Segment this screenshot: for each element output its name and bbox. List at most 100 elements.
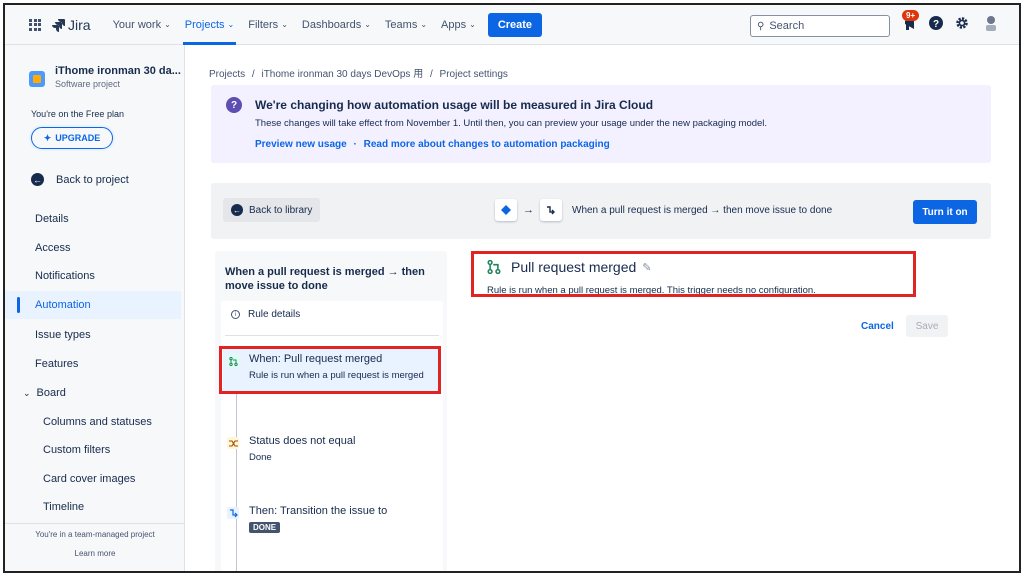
nav-dashboards[interactable]: Dashboards ⌄: [302, 5, 371, 45]
nav-label: Filters: [248, 18, 279, 31]
sidebar-item-board[interactable]: ⌄ Board: [5, 379, 181, 407]
nav-your-work[interactable]: Your work ⌄: [113, 5, 171, 45]
nav-label: Teams: [384, 18, 418, 31]
save-button[interactable]: Save: [906, 315, 948, 337]
action-chip: [540, 199, 562, 221]
back-label: Back to project: [56, 173, 129, 186]
project-avatar-icon: [29, 71, 45, 87]
sidebar-item-label: Automation: [35, 299, 91, 311]
jira-logo[interactable]: Jira: [51, 17, 91, 33]
chevron-down-icon: ⌄: [281, 20, 288, 29]
rule-panel: When a pull request is merged → then mov…: [215, 251, 447, 571]
project-name: iThome ironman 30 da...: [55, 65, 181, 77]
help-icon: ?: [929, 16, 943, 30]
chevron-down-icon: ⌄: [364, 20, 371, 29]
project-header[interactable]: iThome ironman 30 da... Software project: [29, 65, 181, 89]
logo-text: Jira: [68, 16, 91, 33]
top-navigation: Jira Your work ⌄ Projects ⌄ Filters ⌄ Dashb…: [5, 5, 1019, 45]
read-more-link[interactable]: Read more about changes to automation pa…: [364, 139, 610, 150]
rule-summary: → When a pull request is merged → then m…: [495, 199, 832, 221]
chevron-down-icon: ⌄: [23, 387, 31, 398]
sidebar-item-label: Issue types: [35, 329, 91, 341]
chevron-down-icon: ⌄: [469, 20, 476, 29]
svg-text:?: ?: [933, 19, 939, 30]
sidebar-item-columns-statuses[interactable]: Columns and statuses: [5, 408, 181, 436]
sidebar-item-label: Timeline: [43, 501, 85, 513]
project-type: Software project: [55, 79, 121, 89]
nav-apps[interactable]: Apps ⌄: [441, 5, 476, 45]
sidebar-item-custom-filters[interactable]: Custom filters: [5, 436, 181, 464]
highlight-box-trigger: [471, 251, 916, 297]
condition-icon: [227, 437, 239, 449]
cancel-button[interactable]: Cancel: [861, 321, 894, 332]
rule-details-item[interactable]: i Rule details: [231, 309, 300, 320]
divider: [225, 335, 439, 336]
trigger-chip: [495, 199, 517, 221]
sidebar-item-details[interactable]: Details: [5, 205, 181, 233]
nav-projects[interactable]: Projects ⌄: [182, 5, 237, 45]
flow-arrow: →: [523, 204, 534, 216]
learn-more-link[interactable]: Learn more: [5, 549, 185, 558]
banner-body: These changes will take effect from Nove…: [255, 118, 768, 129]
preview-usage-link[interactable]: Preview new usage: [255, 139, 347, 150]
sidebar-item-access[interactable]: Access: [5, 234, 181, 262]
sidebar-item-label: Custom filters: [43, 444, 111, 456]
step-description: Done: [249, 452, 272, 463]
diamond-trigger-icon: [501, 205, 511, 215]
step-title: Then: Transition the issue to: [249, 505, 388, 517]
nav-label: Dashboards: [301, 18, 362, 31]
arrow-left-icon: ←: [231, 204, 243, 216]
breadcrumb-separator: /: [251, 69, 255, 80]
help-button[interactable]: ?: [929, 16, 943, 33]
question-icon: ?: [226, 97, 242, 113]
profile-avatar[interactable]: [983, 14, 999, 35]
link-separator: ·: [353, 139, 357, 150]
nav-label: Your work: [112, 18, 162, 31]
info-icon: i: [231, 310, 240, 319]
search-icon: ⚲: [757, 20, 765, 32]
nav-teams[interactable]: Teams ⌄: [385, 5, 427, 45]
step-action[interactable]: Then: Transition the issue to DONE: [227, 505, 387, 533]
team-managed-text: You're in a team-managed project: [35, 530, 155, 539]
search-input[interactable]: ⚲ Search: [750, 15, 890, 37]
breadcrumb-project[interactable]: iThome ironman 30 days DevOps 用: [261, 69, 423, 80]
rule-details-label: Rule details: [248, 309, 301, 320]
sparkle-icon: ✦: [43, 132, 52, 143]
upgrade-button[interactable]: ✦ UPGRADE: [31, 127, 113, 149]
sidebar-item-timeline[interactable]: Timeline: [5, 493, 181, 521]
sidebar-item-card-cover-images[interactable]: Card cover images: [5, 465, 181, 493]
sidebar-footer: You're in a team-managed project Learn m…: [5, 523, 185, 558]
arrow-left-icon: ←: [31, 173, 44, 186]
settings-button[interactable]: [955, 16, 969, 33]
sidebar-item-features[interactable]: Features: [5, 350, 181, 378]
step-condition[interactable]: Status does not equal Done: [227, 435, 355, 463]
rule-steps-list: i Rule details When: Pull request merged …: [221, 301, 443, 571]
step-title: Status does not equal: [249, 435, 356, 447]
banner-links: Preview new usage · Read more about chan…: [255, 139, 610, 150]
nav-label: Projects: [184, 18, 225, 31]
breadcrumb-projects[interactable]: Projects: [209, 69, 245, 80]
back-to-library-button[interactable]: ← Back to library: [223, 198, 321, 222]
sidebar-item-label: Columns and statuses: [43, 416, 152, 428]
create-button[interactable]: Create: [487, 12, 543, 37]
avatar-icon: [986, 16, 996, 31]
search-placeholder: Search: [769, 20, 805, 32]
sidebar-item-issue-types[interactable]: Issue types: [5, 321, 181, 349]
chevron-down-icon: ⌄: [164, 20, 171, 29]
breadcrumb-settings[interactable]: Project settings: [440, 69, 508, 80]
sidebar-item-label: Access: [35, 242, 71, 254]
nav-filters[interactable]: Filters ⌄: [248, 5, 288, 45]
chevron-down-icon: ⌄: [420, 20, 428, 29]
app-window: Jira Your work ⌄ Projects ⌄ Filters ⌄ Dashb…: [3, 3, 1021, 573]
app-switcher-icon[interactable]: [29, 18, 41, 31]
steps-connector: [236, 393, 237, 571]
sidebar-item-label: Notifications: [35, 270, 95, 282]
sidebar-item-automation[interactable]: Automation: [5, 291, 181, 319]
turn-it-on-button[interactable]: Turn it on: [913, 200, 977, 224]
project-sidebar: iThome ironman 30 da... Software project…: [5, 45, 185, 571]
sidebar-item-label: Board: [36, 387, 66, 399]
back-to-project-link[interactable]: ← Back to project: [31, 173, 129, 186]
sidebar-item-notifications[interactable]: Notifications: [5, 262, 181, 290]
breadcrumb-separator: /: [429, 69, 433, 80]
jira-mark-icon: [52, 18, 65, 32]
